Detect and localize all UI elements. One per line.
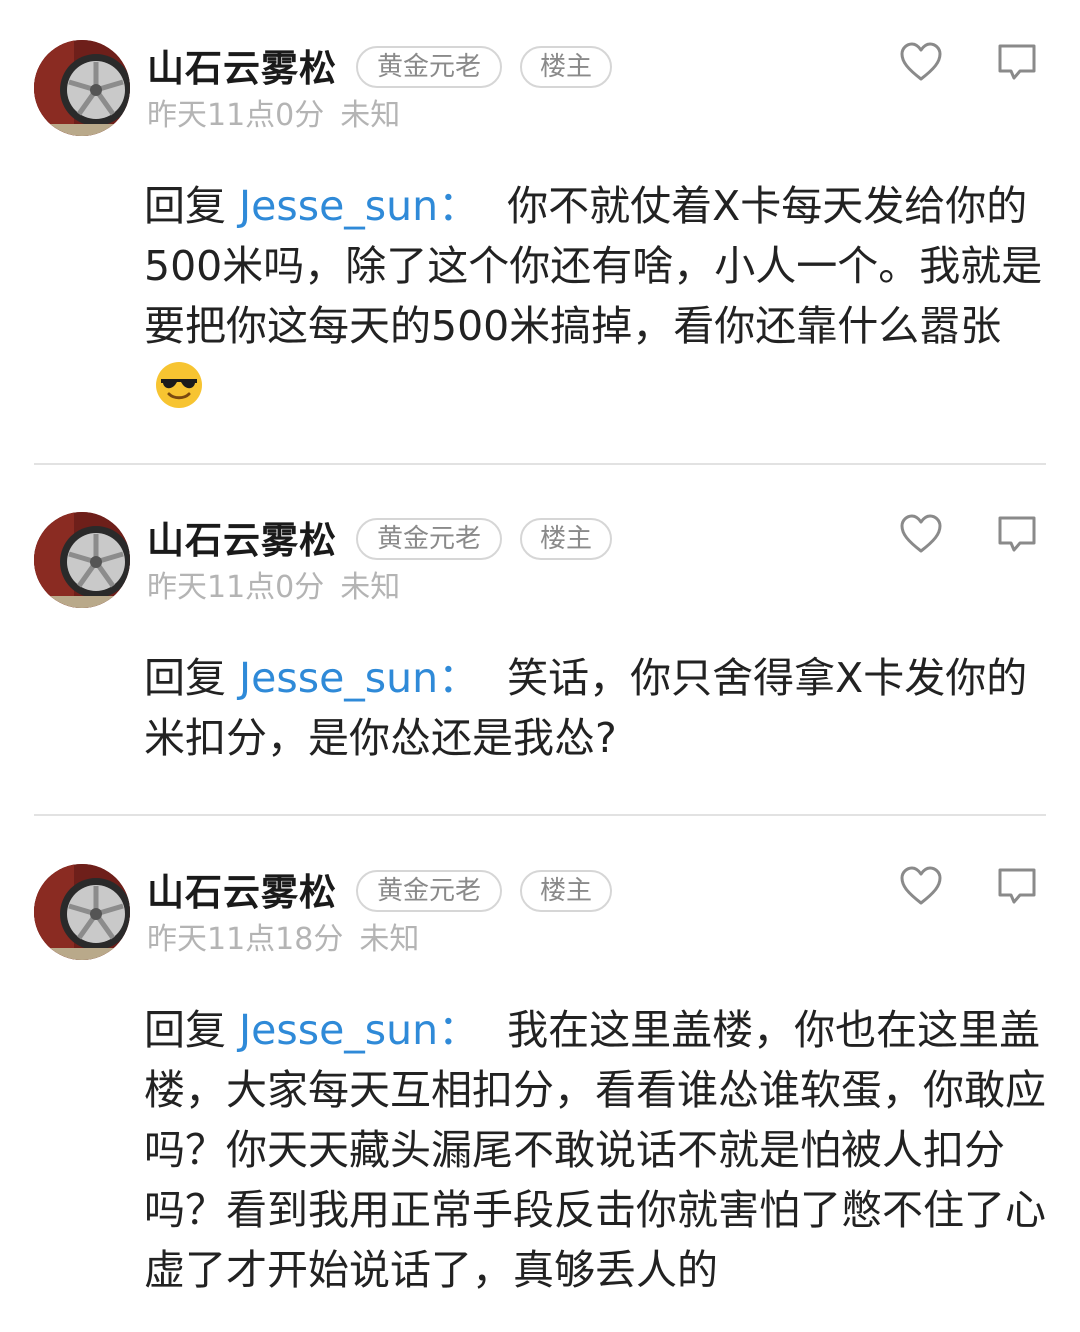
reply-label: 回复 bbox=[144, 182, 240, 230]
post-time: 昨天11点0分 bbox=[147, 570, 325, 605]
post-divider bbox=[34, 814, 1046, 816]
post-content: 回复 Jesse_sun： 你不就仗着X卡每天发给你的500米吗，除了这个你还有啥… bbox=[144, 176, 1044, 416]
username[interactable]: 山石云雾松 bbox=[147, 44, 337, 94]
comment-icon bbox=[998, 868, 1036, 904]
mention-link[interactable]: Jesse_sun bbox=[239, 654, 438, 702]
comment-icon bbox=[998, 44, 1036, 80]
post-meta: 昨天11点18分 未知 bbox=[147, 920, 419, 960]
avatar[interactable] bbox=[34, 512, 130, 608]
post-content: 回复 Jesse_sun： 笑话，你只舍得拿X卡发你的米扣分，是你怂还是我怂? bbox=[144, 648, 1044, 768]
op-badge: 楼主 bbox=[520, 870, 612, 912]
op-badge: 楼主 bbox=[520, 518, 612, 560]
post-content: 回复 Jesse_sun： 我在这里盖楼，你也在这里盖楼，大家每天互相扣分，看看谁… bbox=[144, 1000, 1046, 1300]
avatar[interactable] bbox=[34, 864, 130, 960]
post-location: 未知 bbox=[359, 922, 420, 957]
sunglasses-emoji-icon bbox=[154, 360, 204, 410]
post-meta: 昨天11点0分 未知 bbox=[147, 568, 400, 608]
like-button[interactable] bbox=[898, 864, 944, 910]
like-button[interactable] bbox=[898, 512, 944, 558]
post-meta: 昨天11点0分 未知 bbox=[147, 96, 400, 136]
mention-colon: ： bbox=[438, 654, 480, 702]
comment-icon bbox=[998, 516, 1036, 552]
heart-icon bbox=[900, 42, 942, 81]
mention-link[interactable]: Jesse_sun bbox=[239, 182, 438, 230]
mention-colon: ： bbox=[438, 182, 480, 230]
heart-icon bbox=[900, 866, 942, 905]
comment-button[interactable] bbox=[994, 40, 1040, 86]
op-badge: 楼主 bbox=[520, 46, 612, 88]
title-badge: 黄金元老 bbox=[356, 518, 502, 560]
reply-label: 回复 bbox=[144, 1006, 240, 1054]
comment-button[interactable] bbox=[994, 512, 1040, 558]
post-divider bbox=[34, 463, 1046, 465]
post-time: 昨天11点0分 bbox=[147, 98, 325, 133]
mention-link[interactable]: Jesse_sun bbox=[239, 1006, 438, 1054]
username[interactable]: 山石云雾松 bbox=[147, 868, 337, 918]
post-time: 昨天11点18分 bbox=[147, 922, 344, 957]
title-badge: 黄金元老 bbox=[356, 870, 502, 912]
title-badge: 黄金元老 bbox=[356, 46, 502, 88]
mention-colon: ： bbox=[438, 1006, 480, 1054]
avatar[interactable] bbox=[34, 40, 130, 136]
post-location: 未知 bbox=[340, 98, 401, 133]
post-location: 未知 bbox=[340, 570, 401, 605]
reply-label: 回复 bbox=[144, 654, 240, 702]
like-button[interactable] bbox=[898, 40, 944, 86]
reply-feed: 山石云雾松 黄金元老 楼主 昨天11点0分 未知 回复 Jesse_sun： 你不就… bbox=[0, 0, 1080, 1332]
username[interactable]: 山石云雾松 bbox=[147, 516, 337, 566]
comment-button[interactable] bbox=[994, 864, 1040, 910]
heart-icon bbox=[900, 514, 942, 553]
